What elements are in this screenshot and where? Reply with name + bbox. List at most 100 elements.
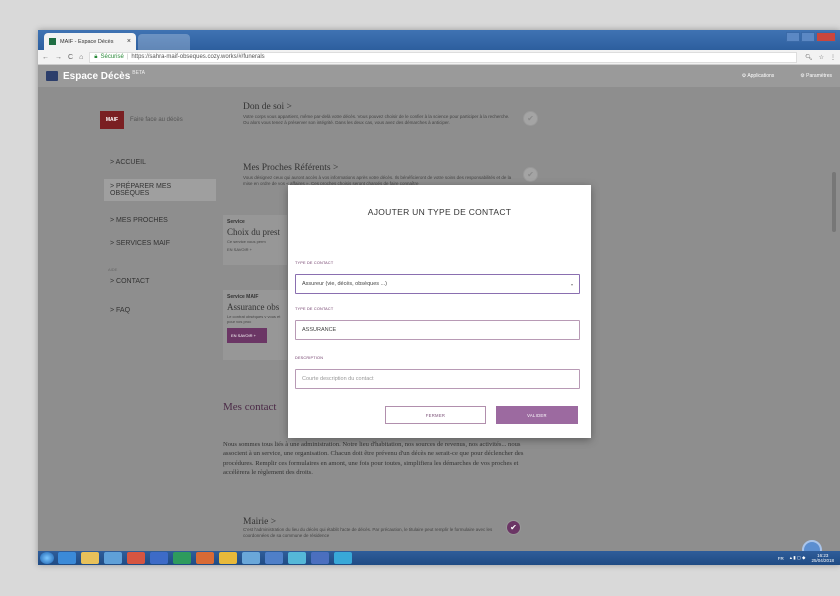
applications-label: Applications (747, 73, 775, 79)
sidebar-item-label: ACCUEIL (115, 159, 146, 166)
sidebar-item-faq[interactable]: > FAQ (110, 307, 130, 314)
app-icon-4[interactable] (311, 552, 329, 564)
description-placeholder: Courte description du contact (302, 376, 374, 382)
close-button[interactable]: FERMER (385, 406, 486, 424)
mairie-text: C'est l'administration du lieu du décès … (243, 527, 493, 538)
home-icon[interactable]: ⌂ (79, 54, 83, 61)
zoom-icon[interactable]: 🔍︎ (805, 54, 813, 61)
close-window-icon[interactable] (816, 32, 836, 42)
input-value: ASSURANCE (302, 327, 337, 333)
app-logo-icon (46, 71, 58, 81)
word-icon[interactable] (150, 552, 168, 564)
skype-icon[interactable] (334, 552, 352, 564)
app-header: Espace Décès BETA ⚙ Applications ⚙ Param… (38, 65, 840, 87)
excel-icon[interactable] (173, 552, 191, 564)
description-label: DESCRIPTION (295, 356, 324, 360)
service-title: Choix du prest (227, 227, 280, 237)
service-text: Ce service vous perm (227, 239, 266, 244)
sidebar-item-preparer[interactable]: > PRÉPARER MES OBSÈQUES (104, 179, 216, 201)
contacts-title: Mes contact (223, 401, 277, 413)
brand-slogan: Faire face au décès (130, 117, 183, 123)
url-text: https://sahra-maif-obseques.cozy.works/#… (131, 54, 265, 60)
browser-tabbar: MAIF - Espace Décès × (38, 30, 840, 50)
ie-icon[interactable] (58, 552, 76, 564)
browser-tab[interactable]: MAIF - Espace Décès × (44, 33, 136, 50)
app-icon-3[interactable] (288, 552, 306, 564)
url-separator: | (126, 54, 129, 60)
clock-date: 25/04/2018 (811, 558, 834, 563)
tab-title: MAIF - Espace Décès (60, 38, 114, 45)
powerpoint-icon[interactable] (196, 552, 214, 564)
don-title[interactable]: Don de soi > (243, 102, 292, 112)
header-actions: ⚙ Applications ⚙ Paramètres (742, 73, 832, 79)
system-tray: FR ▴ ▮ ◻ ◆ 16:23 25/04/2018 (778, 553, 840, 563)
language-indicator[interactable]: FR (778, 556, 784, 561)
media-icon[interactable] (104, 552, 122, 564)
contacts-paragraph: Nous sommes tous liés à une administrati… (223, 441, 524, 477)
maif-logo: MAIF (100, 111, 124, 129)
clock[interactable]: 16:23 25/04/2018 (811, 553, 834, 563)
scrollbar[interactable] (832, 172, 836, 232)
tray-icons[interactable]: ▴ ▮ ◻ ◆ (790, 555, 806, 561)
windows-taskbar: FR ▴ ▮ ◻ ◆ 16:23 25/04/2018 (38, 551, 840, 565)
star-icon[interactable]: ☆ (819, 54, 824, 61)
service-label: Service MAIF (227, 294, 259, 300)
service-card-assurance: Service MAIF Assurance obs Le contrat ob… (223, 290, 287, 360)
add-contact-modal: AJOUTER UN TYPE DE CONTACT TYPE DE CONTA… (288, 185, 591, 438)
sidebar-item-label: FAQ (116, 307, 131, 314)
reload-icon[interactable]: C (68, 54, 73, 61)
lock-icon: 🔒︎ (94, 53, 98, 60)
sidebar-item-proches[interactable]: > MES PROCHES (110, 217, 168, 224)
mairie-check-icon[interactable]: ✔ (506, 520, 521, 535)
validate-button[interactable]: VALIDER (496, 406, 578, 424)
app-icon-2[interactable] (265, 552, 283, 564)
forward-icon[interactable]: → (55, 54, 62, 61)
parametres-link[interactable]: ⚙ Paramètres (800, 73, 832, 79)
service-label: Service (227, 219, 245, 225)
sidebar-item-label: PRÉPARER MES OBSÈQUES (110, 183, 172, 197)
address-actions: 🔍︎ ☆ ⋮ (805, 54, 836, 61)
service-title: Assurance obs (227, 302, 280, 312)
proches-title[interactable]: Mes Proches Référents > (243, 163, 338, 173)
service-card-prestataire: Service Choix du prest Ce service vous p… (223, 215, 287, 265)
app-title: Espace Décès (63, 70, 131, 82)
screen: MAIF - Espace Décès × ← → C ⌂ 🔒︎ Sécuris… (38, 30, 840, 565)
start-button[interactable] (40, 552, 54, 564)
folder-icon[interactable] (81, 552, 99, 564)
sidebar-item-services[interactable]: > SERVICES MAIF (110, 240, 170, 247)
secure-label: Sécurisé (100, 54, 124, 60)
service-text: Le contrat obsèques v vous et pour vos p… (227, 314, 281, 324)
sidebar-separator: AIDE (108, 267, 118, 272)
contact-type-select[interactable]: Assureur (vie, décès, obsèques ...) ▾ (295, 274, 580, 294)
sidebar-item-label: CONTACT (116, 278, 150, 285)
applications-link[interactable]: ⚙ Applications (742, 73, 775, 79)
chevron-down-icon: ▾ (570, 281, 573, 287)
proches-check-icon[interactable]: ✔ (523, 167, 538, 182)
sidebar-item-contact[interactable]: > CONTACT (110, 278, 149, 285)
menu-icon[interactable]: ⋮ (830, 54, 836, 61)
brand: MAIF Faire face au décès (100, 111, 183, 129)
explorer-icon[interactable] (219, 552, 237, 564)
parametres-label: Paramètres (806, 73, 832, 79)
window-controls (786, 32, 836, 42)
service-more-link[interactable]: EN SAVOIR + (227, 247, 283, 252)
service-more-button[interactable]: EN SAVOIR + (227, 328, 267, 343)
select-value: Assureur (vie, décès, obsèques ...) (302, 281, 387, 287)
maximize-icon[interactable] (801, 32, 815, 42)
chrome-icon[interactable] (127, 552, 145, 564)
sidebar-item-label: SERVICES MAIF (116, 240, 170, 247)
modal-title: AJOUTER UN TYPE DE CONTACT (367, 207, 512, 217)
app-icon-1[interactable] (242, 552, 260, 564)
sidebar-item-accueil[interactable]: > ACCUEIL (110, 159, 146, 166)
tab-close-icon[interactable]: × (127, 38, 131, 45)
don-text: Votre corps vous appartient, même par-de… (243, 114, 510, 125)
url-field[interactable]: 🔒︎ Sécurisé | https://sahra-maif-obseque… (89, 51, 797, 63)
minimize-icon[interactable] (786, 32, 800, 42)
type-label-2: TYPE DE CONTACT (295, 307, 334, 311)
new-tab-button[interactable] (138, 34, 190, 50)
contact-type-input[interactable]: ASSURANCE (295, 320, 580, 340)
back-icon[interactable]: ← (42, 54, 49, 61)
description-input[interactable]: Courte description du contact (295, 369, 580, 389)
don-check-icon[interactable]: ✔ (523, 111, 538, 126)
mairie-title[interactable]: Mairie > (243, 517, 276, 527)
